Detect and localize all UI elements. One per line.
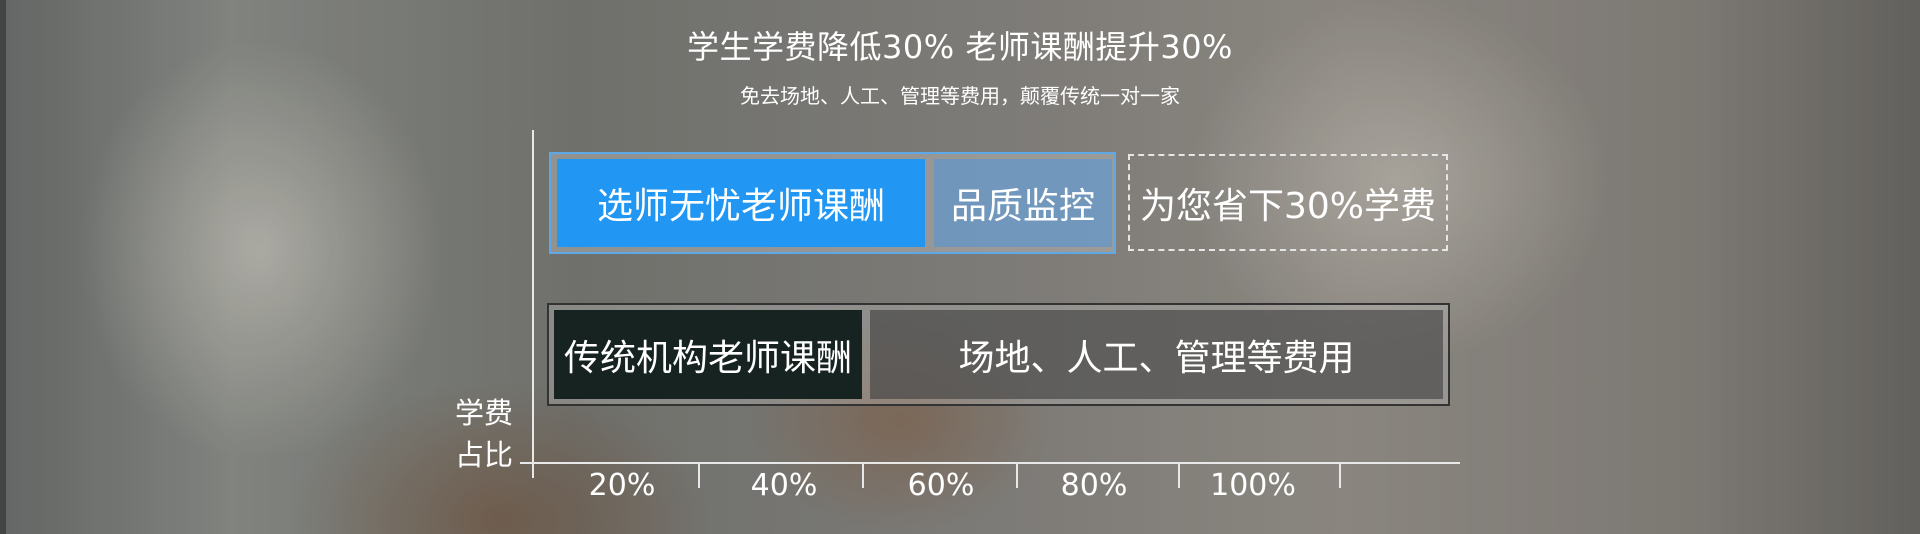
x-tick-mark-1 (698, 462, 700, 488)
page-subtitle: 免去场地、人工、管理等费用，颠覆传统一对一家 (740, 84, 1180, 108)
x-tick-label-20: 20% (588, 468, 656, 503)
bar-row-xuanshi: 选师无忧老师课酬 品质监控 (549, 152, 1116, 254)
x-axis-line (520, 462, 1460, 464)
x-tick-label-40: 40% (750, 468, 818, 503)
x-tick-mark-4 (1178, 462, 1180, 488)
bar-segment-quality-control: 品质监控 (934, 159, 1112, 247)
x-tick-label-80: 80% (1060, 468, 1128, 503)
x-tick-mark-5 (1339, 462, 1341, 488)
bar-segment-teacher-pay: 选师无忧老师课酬 (557, 159, 925, 247)
page-title: 学生学费降低30% 老师课酬提升30% (687, 28, 1233, 66)
x-tick-mark-3 (1016, 462, 1018, 488)
bar-row-traditional: 传统机构老师课酬 场地、人工、管理等费用 (547, 303, 1450, 406)
x-tick-mark-2 (862, 462, 864, 488)
y-axis-line (532, 130, 534, 478)
bar-segment-traditional-teacher-pay: 传统机构老师课酬 (554, 310, 862, 399)
x-tick-label-100: 100% (1210, 468, 1296, 503)
x-tick-label-60: 60% (907, 468, 975, 503)
y-axis-label: 学费 占比 (454, 396, 513, 472)
bar-segment-overhead-costs: 场地、人工、管理等费用 (870, 310, 1443, 399)
bar-segment-savings: 为您省下30%学费 (1128, 154, 1448, 251)
